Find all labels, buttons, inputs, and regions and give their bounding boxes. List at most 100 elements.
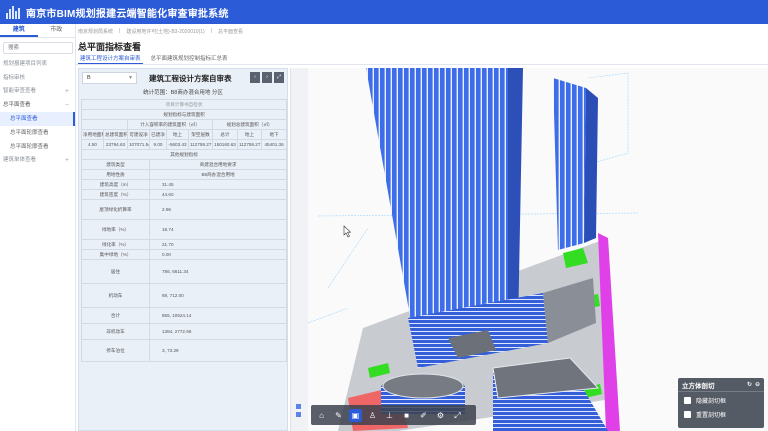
table-cell: 停车泊位 [81, 339, 150, 362]
sidebar-subitem-outline-1[interactable]: 总平面轮廓查看 [0, 126, 75, 140]
mouse-cursor-icon [343, 225, 352, 238]
table-cell: 规划指标与建筑面积 [80, 109, 287, 120]
report-panel-header: B ▼ 建筑工程设计方案自审表 ‹ › ⤢ [79, 69, 287, 87]
next-icon[interactable]: › [262, 72, 272, 83]
table-row: 用地性质 B8商办混合用地 [81, 169, 287, 180]
sidebar-search-input[interactable] [3, 42, 73, 54]
sidebar-item-building[interactable]: 建筑单体查看 + [0, 154, 75, 168]
split-handle-icon[interactable] [296, 412, 301, 417]
sidebar-subitem-site-plan[interactable]: 总平面查看 [0, 112, 75, 126]
table-cell: 其他规划指标 [80, 149, 287, 160]
table-cell: 可建设净 [127, 129, 150, 140]
tab-municipal[interactable]: 市政 [38, 24, 76, 37]
table-cell: 用地性质 [81, 169, 150, 180]
table-cell: 绿化率（%） [81, 239, 150, 250]
section-cut-header: 立方体剖切 ↻ ⊖ [678, 378, 764, 392]
box-icon[interactable]: ■ [400, 409, 413, 422]
breadcrumb-item[interactable]: 建设用地许可(土地)-B3-2020010(1) [126, 28, 204, 35]
table-cell: 9.00 [149, 139, 167, 150]
second-tower [553, 78, 586, 250]
table-cell: 112759.27 [237, 139, 262, 150]
table-cell: 集中绿地（%） [81, 249, 150, 260]
chevron-down-icon: ▼ [128, 75, 133, 81]
section-cut-controls: ↻ ⊖ [747, 381, 760, 388]
table-cell: 项目计算书自检状 [80, 99, 287, 110]
table-cell: 架空层数 [188, 129, 213, 140]
table-cell: 0.00 [148, 249, 287, 260]
section-icon[interactable]: ⊥ [383, 409, 396, 422]
viewer-toolbar: ⌂ ✎ ▣ ♙ ⊥ ■ ✐ ⚙ ⤢ [311, 405, 476, 425]
sidebar-subitem-outline-2[interactable]: 总平面轮廓查看 [0, 140, 75, 154]
table-cell: 855, 10524.14 [148, 307, 287, 324]
table-cell: 23794.63 [103, 139, 128, 150]
table-cell: 21.70 [148, 239, 287, 250]
cube-icon[interactable]: ▣ [349, 408, 362, 422]
expand-icon[interactable]: ⤢ [274, 72, 284, 83]
table-cell: 3, 73.29 [148, 339, 287, 362]
section-cut-panel: 立方体剖切 ↻ ⊖ 隐藏剖切框 重置剖切框 [678, 378, 764, 428]
3d-viewport[interactable] [308, 68, 768, 431]
table-row: 居住 786, 6611.34 [81, 259, 287, 284]
hide-cut-box-label: 隐藏剖切框 [696, 398, 727, 405]
tab-indicator-summary[interactable]: 总平面建筑规划控制指标汇总表 [149, 54, 230, 64]
paint-icon[interactable]: ✐ [417, 409, 430, 422]
prev-icon[interactable]: ‹ [250, 72, 260, 83]
hide-cut-box-option[interactable]: 隐藏剖切框 [678, 394, 764, 406]
expand-plus-icon: + [64, 157, 69, 164]
breadcrumb-item: 总平面查看 [218, 29, 244, 35]
reset-cut-box-checkbox[interactable] [684, 410, 691, 418]
sidebar-item-label: 智能审查查看 [3, 88, 37, 94]
table-cell: 地上 [237, 129, 262, 140]
sidebar-item-indicator-review[interactable]: 指标审核 [0, 72, 75, 86]
table-row: 建筑高度（m） 31.45 [81, 179, 287, 190]
table-cell: 4.50 [81, 139, 104, 150]
top-bar: 南京市BIM规划报建云端智能化审查审批系统 [0, 0, 768, 24]
expand-plus-icon: + [64, 88, 69, 95]
table-cell: 合计 [81, 307, 150, 324]
table-cell: -5603.43 [166, 139, 189, 150]
table-cell: 屋顶绿化折算率 [81, 199, 150, 220]
table-row: 建筑类型 商建混合用地要求 [81, 159, 287, 170]
close-icon[interactable]: ⊖ [755, 381, 760, 388]
table-row: 绿地率（%） 18.74 [81, 219, 287, 240]
table-cell: 商建混合用地要求 [148, 159, 287, 170]
breadcrumb-item[interactable]: 南京规划局系统 [78, 28, 113, 35]
report-scope: 统计范围：B8商办混合用地 分区 [143, 90, 223, 96]
table-cell: 建筑高度（m） [81, 179, 150, 190]
hide-cut-box-checkbox[interactable] [684, 396, 691, 404]
breadcrumb-separator: | [119, 28, 121, 34]
table-row: 合计 855, 10524.14 [81, 307, 287, 324]
breadcrumb-separator: | [210, 28, 212, 34]
table-cell: 44.60 [148, 189, 287, 200]
sidebar-item-project-list[interactable]: 规划报建项目列表 [0, 58, 75, 72]
sidebar: 建筑 市政 规划报建项目列表 指标审核 智能审查查看 + 总平面查看 − 总平面查看… [0, 24, 76, 431]
split-handle-icon[interactable] [296, 404, 301, 409]
refresh-icon[interactable]: ↻ [747, 381, 752, 388]
table-cell: 2.96 [148, 199, 287, 220]
table-row: 机动车 69, 712.00 [81, 283, 287, 308]
measure-icon[interactable]: ✎ [332, 409, 345, 422]
tab-self-review-form[interactable]: 建筑工程设计方案自审表 [78, 54, 143, 64]
panel-splitter[interactable] [290, 68, 308, 431]
table-cell: 69, 712.00 [148, 283, 287, 308]
subtabs: 建筑工程设计方案自审表 总平面建筑规划控制指标汇总表 [76, 54, 768, 65]
plot-select[interactable]: B ▼ [82, 72, 137, 84]
table-row: 屋顶绿化折算率 2.96 [81, 199, 287, 220]
second-tower-side [584, 88, 598, 243]
settings-icon[interactable]: ⚙ [434, 409, 447, 422]
table-cell: 150160.63 [212, 139, 238, 150]
home-icon[interactable]: ⌂ [315, 409, 328, 422]
tab-architecture[interactable]: 建筑 [0, 24, 38, 37]
table-cell: 45401.36 [260, 139, 287, 150]
sidebar-item-smart-review[interactable]: 智能审查查看 + [0, 85, 75, 99]
reset-cut-box-label: 重置剖切框 [696, 412, 727, 419]
table-cell: 建筑类型 [81, 159, 150, 170]
person-icon[interactable]: ♙ [366, 409, 379, 422]
table-cell: B8商办混合用地 [148, 169, 287, 180]
fullscreen-icon[interactable]: ⤢ [451, 409, 464, 422]
3d-model-scene[interactable] [308, 68, 768, 431]
table-row: 计入容积率的建筑面积（㎡） 规划总建筑面积（㎡） [81, 119, 287, 130]
table-cell: 已建净 [149, 129, 167, 140]
sidebar-item-site-plan[interactable]: 总平面查看 − [0, 99, 75, 113]
reset-cut-box-option[interactable]: 重置剖切框 [678, 408, 764, 420]
